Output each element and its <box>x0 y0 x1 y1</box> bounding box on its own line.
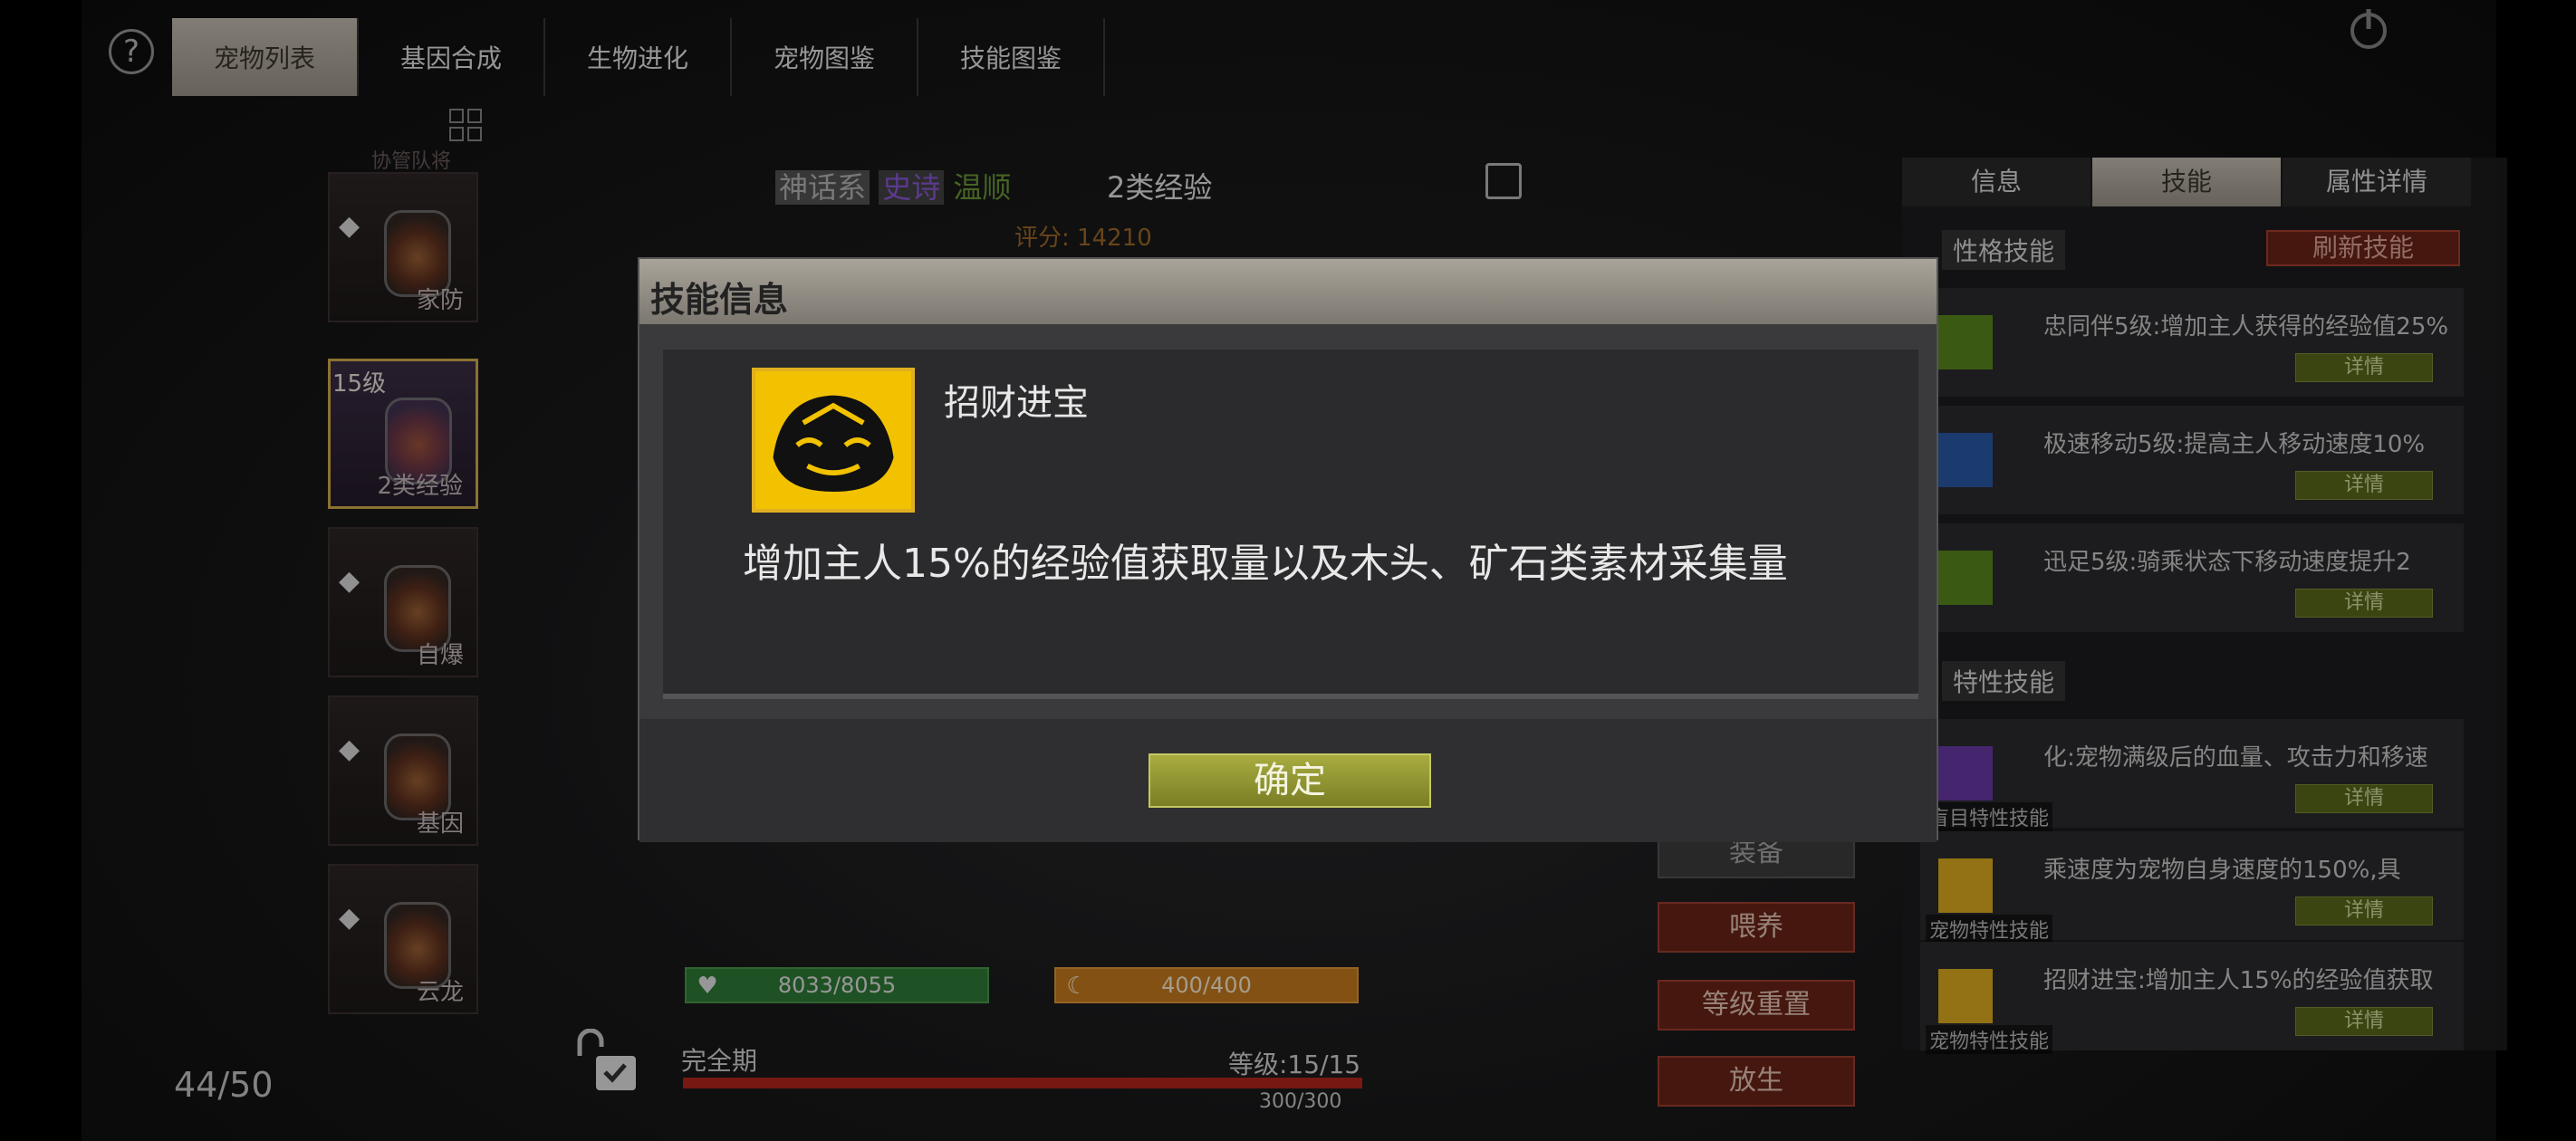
fortune-skill-icon <box>752 368 915 513</box>
skill-description: 增加主人15%的经验值获取量以及木头、矿石类素材采集量 <box>743 541 1788 587</box>
modal-title: 技能信息 <box>650 280 789 320</box>
modal-header: 技能信息 <box>639 259 1937 324</box>
skill-info-modal: 技能信息 招财进宝 增加主人15%的经验值获取量以及木头、矿石类素材采集量 确定 <box>638 257 1938 842</box>
confirm-button[interactable]: 确定 <box>1149 753 1431 808</box>
skill-name: 招财进宝 <box>944 382 1089 424</box>
modal-body: 招财进宝 增加主人15%的经验值获取量以及木头、矿石类素材采集量 <box>663 350 1918 699</box>
